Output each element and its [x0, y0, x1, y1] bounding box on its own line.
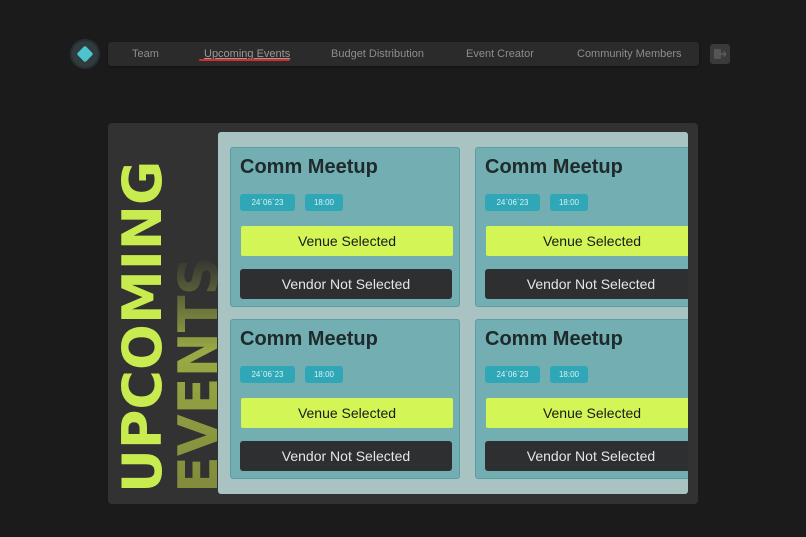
event-card[interactable]: Comm Meetup 24`06`23 18:00 Venue Selecte…	[475, 147, 688, 307]
diamond-logo-icon	[76, 45, 94, 63]
events-grid[interactable]: Comm Meetup 24`06`23 18:00 Venue Selecte…	[218, 132, 688, 494]
vendor-status-button[interactable]: Vendor Not Selected	[240, 269, 452, 299]
nav-item-event-creator[interactable]: Event Creator	[466, 42, 534, 66]
nav-item-community-members[interactable]: Community Members	[577, 42, 682, 66]
nav-item-upcoming-events[interactable]: Upcoming Events	[204, 42, 290, 66]
event-title: Comm Meetup	[485, 328, 623, 350]
event-date-badge: 24`06`23	[485, 194, 540, 211]
event-time-badge: 18:00	[550, 194, 588, 211]
venue-status-button[interactable]: Venue Selected	[241, 226, 453, 256]
venue-status-button[interactable]: Venue Selected	[486, 398, 688, 428]
venue-status-button[interactable]: Venue Selected	[241, 398, 453, 428]
event-date-badge: 24`06`23	[485, 366, 540, 383]
nav-item-team[interactable]: Team	[132, 42, 159, 66]
vendor-status-button[interactable]: Vendor Not Selected	[485, 441, 688, 471]
page-title-line-1: UPCOMING	[111, 160, 174, 493]
app-logo[interactable]	[72, 41, 98, 67]
logout-icon	[714, 49, 726, 59]
event-date-badge: 24`06`23	[240, 194, 295, 211]
event-time-badge: 18:00	[550, 366, 588, 383]
logout-button[interactable]	[710, 44, 730, 64]
venue-status-button[interactable]: Venue Selected	[486, 226, 688, 256]
event-title: Comm Meetup	[485, 156, 623, 178]
event-title: Comm Meetup	[240, 328, 378, 350]
top-nav-bar: Team Upcoming Events Budget Distribution…	[108, 42, 699, 66]
event-title: Comm Meetup	[240, 156, 378, 178]
vendor-status-button[interactable]: Vendor Not Selected	[240, 441, 452, 471]
vendor-status-button[interactable]: Vendor Not Selected	[485, 269, 688, 299]
nav-item-budget-distribution[interactable]: Budget Distribution	[331, 42, 424, 66]
active-tab-underline	[199, 59, 290, 61]
event-card[interactable]: Comm Meetup 24`06`23 18:00 Venue Selecte…	[475, 319, 688, 479]
event-time-badge: 18:00	[305, 366, 343, 383]
upcoming-events-panel: UPCOMING EVENTS Comm Meetup 24`06`23 18:…	[108, 123, 698, 504]
event-time-badge: 18:00	[305, 194, 343, 211]
event-card[interactable]: Comm Meetup 24`06`23 18:00 Venue Selecte…	[230, 319, 460, 479]
event-card[interactable]: Comm Meetup 24`06`23 18:00 Venue Selecte…	[230, 147, 460, 307]
vertical-page-title: UPCOMING EVENTS	[108, 123, 230, 504]
event-date-badge: 24`06`23	[240, 366, 295, 383]
